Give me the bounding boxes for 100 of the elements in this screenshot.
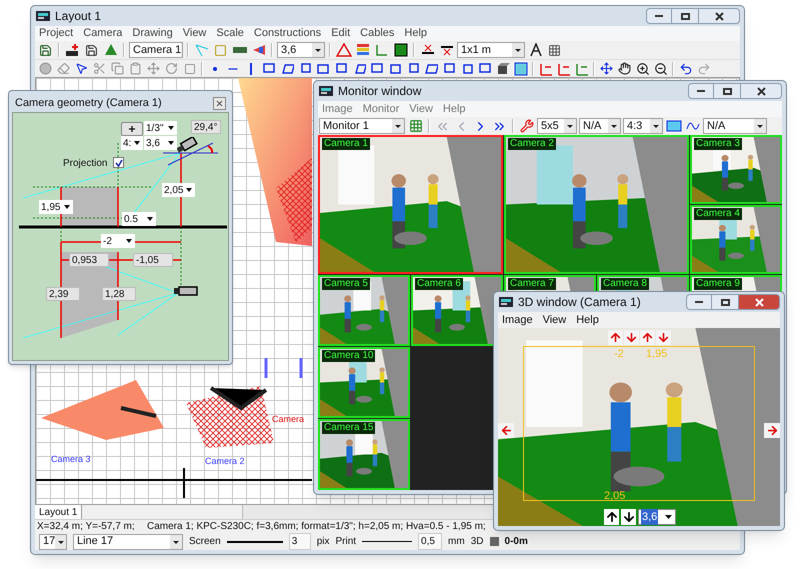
- menu-item[interactable]: Image: [322, 100, 353, 118]
- camera-view[interactable]: Camera 5: [318, 275, 410, 346]
- right-button[interactable]: [764, 423, 780, 438]
- save-icon[interactable]: [37, 42, 54, 58]
- tilt-value: -2: [614, 347, 624, 362]
- window-title: Camera geometry (Camera 1): [15, 96, 162, 111]
- layout-tab[interactable]: Layout 1: [35, 505, 82, 519]
- wrench-icon[interactable]: [518, 118, 535, 134]
- camera-view[interactable]: Camera 2: [504, 135, 689, 274]
- projection-checkbox[interactable]: [113, 157, 124, 168]
- picture-tool-icon[interactable]: [512, 61, 529, 76]
- camera-label: Camera 5: [322, 278, 370, 290]
- menu-item[interactable]: Project: [39, 25, 74, 42]
- projection-label: Projection: [63, 157, 108, 171]
- camera-icon: [173, 286, 199, 296]
- grid-size-dropdown[interactable]: 1x1 m: [457, 42, 525, 58]
- window-title: Monitor window: [338, 83, 422, 100]
- camera-label: Camera 2: [508, 138, 556, 150]
- height-value: 2,05: [604, 489, 626, 504]
- line-width-dropdown[interactable]: 17: [39, 534, 67, 550]
- camera-view[interactable]: Camera 4: [690, 205, 782, 274]
- unit-label: mm: [448, 535, 465, 549]
- line-style-dropdown[interactable]: Line 17: [73, 534, 183, 550]
- menu-item[interactable]: Drawing: [132, 25, 173, 42]
- value-dropdown[interactable]: 4:: [121, 136, 143, 150]
- print-label: Print: [335, 535, 356, 549]
- grid-icon[interactable]: [546, 42, 563, 58]
- menu-item[interactable]: View: [182, 25, 206, 42]
- camera-view[interactable]: Camera 15: [318, 419, 410, 490]
- value-dropdown[interactable]: 1,95: [39, 200, 73, 214]
- aspect-dropdown[interactable]: 4:3: [623, 118, 663, 134]
- add-button[interactable]: +: [121, 122, 143, 136]
- pan-icon[interactable]: [598, 61, 615, 76]
- camera-view[interactable]: Camera 10: [318, 347, 410, 418]
- check-icon: [114, 158, 122, 166]
- value-dropdown[interactable]: 3,6: [144, 136, 177, 150]
- close-icon: [714, 12, 724, 20]
- close-button[interactable]: [213, 96, 226, 110]
- range-text: 0-0m: [504, 535, 528, 549]
- unit-label: pix: [316, 535, 330, 549]
- camera-add-icon[interactable]: [64, 42, 81, 58]
- view-label: 3D: [470, 535, 484, 549]
- camera-label: Camera: [272, 414, 304, 424]
- close-button[interactable]: [698, 8, 740, 24]
- zoom-out-icon[interactable]: [652, 61, 669, 76]
- camera-label: Camera 2: [205, 456, 245, 466]
- monitor-dropdown[interactable]: Monitor 1: [319, 118, 405, 134]
- grid-fill-icon[interactable]: [392, 42, 409, 58]
- up-button[interactable]: [604, 509, 619, 525]
- value-dropdown[interactable]: N/A: [703, 118, 767, 134]
- hand-icon[interactable]: [616, 61, 633, 76]
- camera-label: Camera 1: [322, 138, 370, 150]
- camera-view[interactable]: Camera 1: [318, 135, 503, 274]
- value-readout: -1,05: [133, 253, 173, 267]
- fit-icon[interactable]: [665, 118, 682, 134]
- warning-icon[interactable]: [335, 42, 352, 58]
- menu-item[interactable]: Help: [442, 100, 466, 118]
- top-value: 1,95: [646, 347, 668, 362]
- value-dropdown[interactable]: -2: [101, 234, 135, 248]
- left-button[interactable]: [498, 423, 514, 438]
- camera-dropdown[interactable]: Camera 1: [129, 42, 183, 58]
- menu-item[interactable]: View: [409, 100, 433, 118]
- camera-view[interactable]: Camera 3: [690, 135, 782, 204]
- focal-dropdown[interactable]: 3,6: [277, 42, 325, 58]
- value-readout: 1,28: [102, 287, 136, 301]
- value-readout: 2,39: [46, 287, 80, 301]
- camera-label: Camera 10: [322, 350, 376, 362]
- grid-edit-icon[interactable]: [407, 118, 424, 134]
- coordinates-text: X=32,4 m; Y=-57,7 m;: [36, 520, 136, 534]
- print-width-field[interactable]: 0,5: [418, 533, 442, 550]
- minimize-button[interactable]: [688, 83, 714, 99]
- down-button[interactable]: [621, 509, 636, 525]
- menu-item[interactable]: Camera: [83, 25, 122, 42]
- camera-label: Camera 3: [694, 138, 742, 150]
- menu-item[interactable]: Edit: [331, 25, 350, 42]
- zoom-in-icon[interactable]: [634, 61, 651, 76]
- value-dropdown[interactable]: 2,05: [162, 183, 195, 197]
- layout-dropdown[interactable]: 5x5: [537, 118, 577, 134]
- focal-dropdown[interactable]: 3,6: [638, 509, 676, 525]
- menu-item[interactable]: Constructions: [254, 25, 322, 42]
- close-icon: [216, 100, 223, 106]
- maximize-button[interactable]: [714, 83, 740, 99]
- value-readout: 0,953: [69, 253, 109, 267]
- value-readout: 29,4°: [191, 120, 221, 134]
- menu-item[interactable]: Scale: [216, 25, 244, 42]
- menu-item[interactable]: Cables: [360, 25, 394, 42]
- camera-save-icon[interactable]: [83, 42, 100, 58]
- app-icon: [35, 9, 51, 23]
- value-dropdown[interactable]: N/A: [579, 118, 621, 134]
- camera-label: Camera 3: [51, 454, 91, 464]
- maximize-button[interactable]: [672, 8, 698, 24]
- close-button[interactable]: [740, 83, 782, 99]
- menu-item[interactable]: Help: [404, 25, 428, 42]
- screen-width-field[interactable]: 3: [288, 533, 311, 550]
- color-swatch-icon: [490, 537, 499, 546]
- value-dropdown[interactable]: 0.5: [122, 212, 156, 226]
- value-dropdown[interactable]: 1/3'': [144, 121, 177, 135]
- minimize-button[interactable]: [646, 8, 672, 24]
- color-bar-icon[interactable]: [354, 42, 371, 58]
- menu-item[interactable]: Monitor: [362, 100, 400, 118]
